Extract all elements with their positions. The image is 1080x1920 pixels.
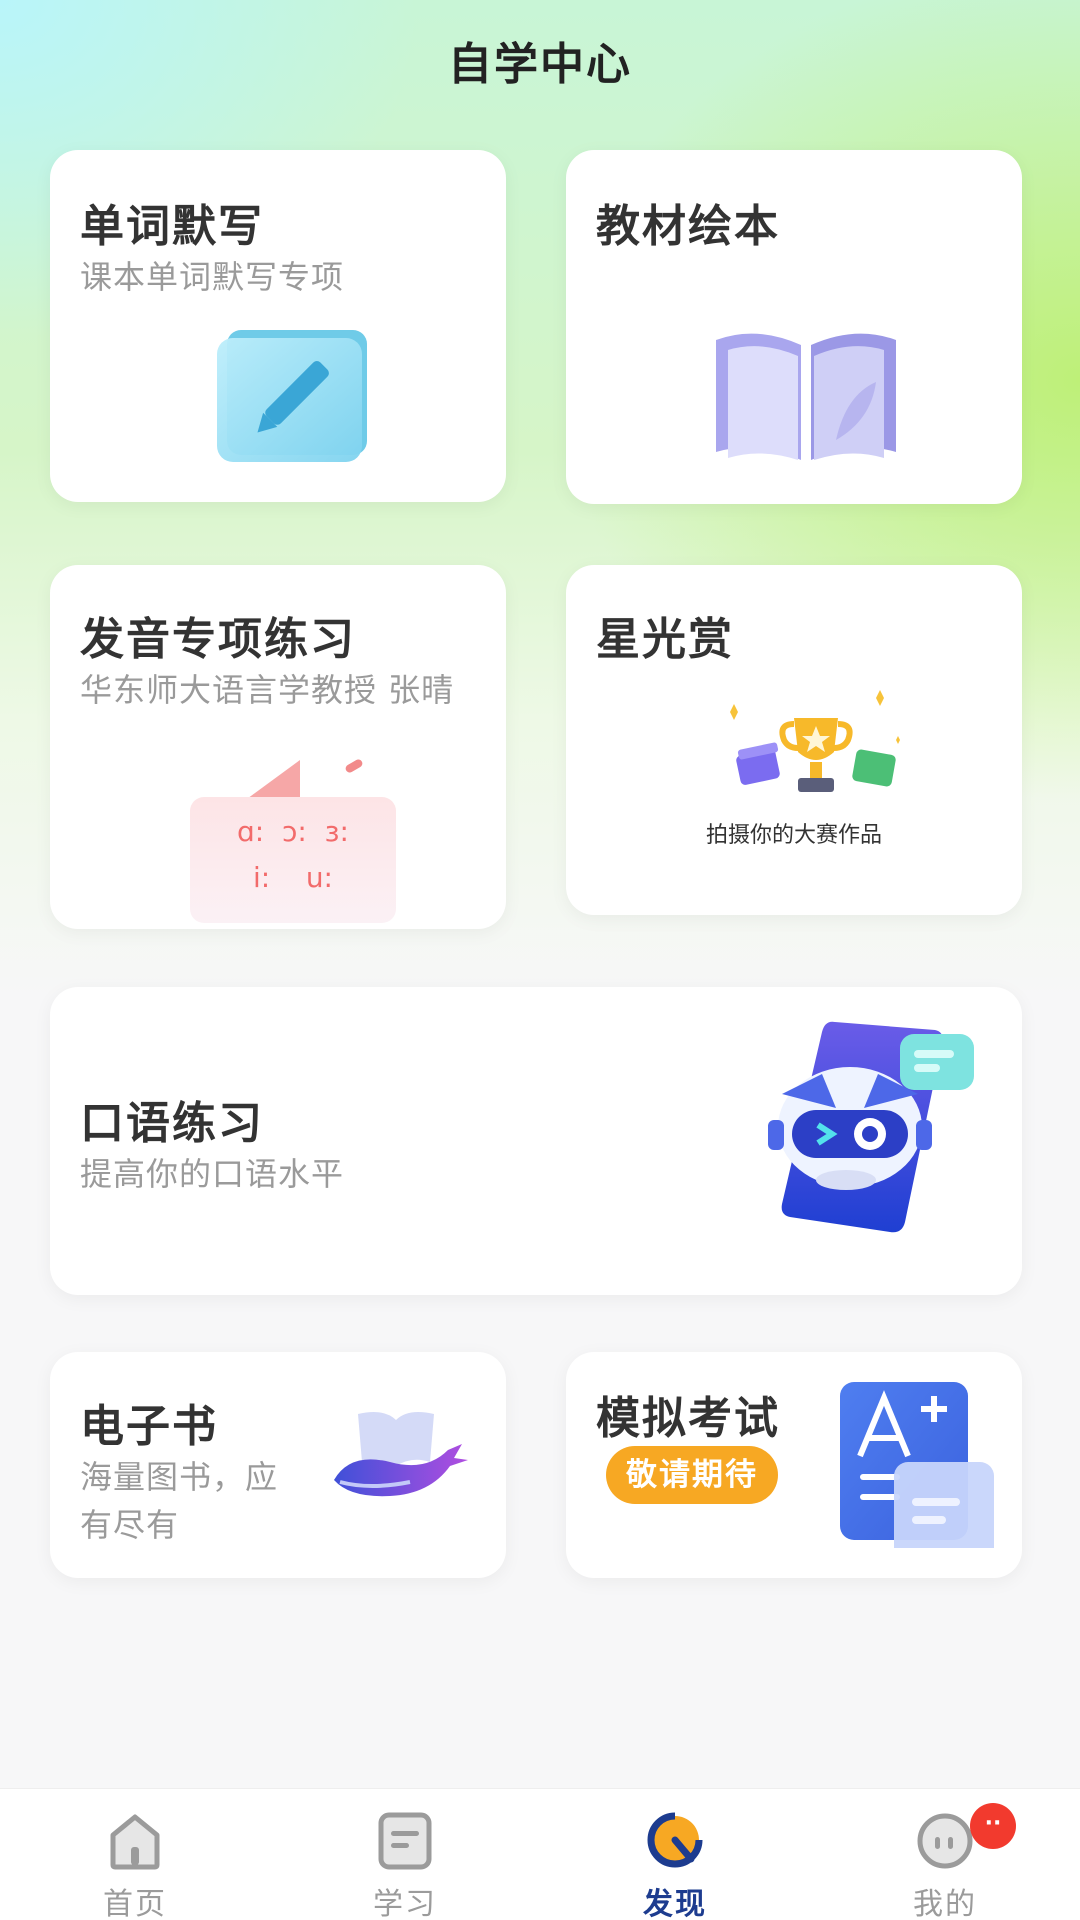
card-word-dictation[interactable]: 单词默写 课本单词默写专项 [50, 150, 506, 502]
tab-label: 发现 [643, 1887, 707, 1920]
card-subtitle: 课本单词默写专项 [80, 258, 345, 296]
card-title: 电子书 [80, 1401, 218, 1452]
card-title: 发音专项练习 [80, 614, 356, 665]
card-picture-book[interactable]: 教材绘本 [566, 150, 1022, 504]
card-subtitle-line1: 海量图书，应 [80, 1458, 279, 1496]
card-title: 教材绘本 [596, 201, 780, 252]
trophy-icon [730, 690, 900, 792]
robot-phone-icon [768, 1021, 974, 1233]
card-speaking-practice[interactable]: 口语练习 提高你的口语水平 [50, 987, 1022, 1295]
open-book-icon [716, 333, 896, 460]
bottom-tab-bar: 首页 学习 发现 ·· 我的 [0, 1788, 1080, 1920]
page-title: 自学中心 [448, 39, 632, 90]
profile-icon [917, 1813, 973, 1869]
card-pronunciation-practice[interactable]: 发音专项练习 华东师大语言学教授 张晴 ɑ: ɔ: ɜ: i: u: [50, 565, 506, 929]
card-title: 口语练习 [80, 1098, 264, 1149]
tab-label: 我的 [913, 1887, 977, 1920]
exam-paper-icon [840, 1382, 994, 1548]
study-icon [378, 1812, 432, 1870]
tab-profile[interactable]: ·· 我的 [810, 1789, 1080, 1920]
home-icon [110, 1814, 160, 1870]
starlight-caption: 拍摄你的大赛作品 [705, 823, 882, 848]
tab-label: 学习 [373, 1887, 437, 1920]
pencil-notebook-icon [217, 330, 367, 462]
card-ebook[interactable]: 电子书 海量图书，应 有尽有 [50, 1352, 506, 1578]
notification-badge: ·· [970, 1803, 1016, 1849]
phonetic-row-1: ɑ: ɔ: ɜ: [237, 815, 349, 848]
card-mock-exam[interactable]: 模拟考试 敬请期待 [566, 1352, 1022, 1578]
coming-soon-badge: 敬请期待 [606, 1446, 778, 1504]
discover-icon [647, 1812, 703, 1868]
card-title: 模拟考试 [596, 1393, 780, 1444]
phonetic-symbols-panel: ɑ: ɔ: ɜ: i: u: [190, 797, 396, 923]
card-subtitle: 华东师大语言学教授 张晴 [80, 671, 455, 709]
card-title: 单词默写 [80, 201, 264, 252]
tab-discover[interactable]: 发现 [540, 1789, 810, 1920]
tab-home[interactable]: 首页 [0, 1789, 270, 1920]
card-subtitle-line2: 有尽有 [80, 1506, 180, 1544]
card-starlight-award[interactable]: 星光赏 拍摄你的大赛作品 [566, 565, 1022, 915]
card-title: 星光赏 [596, 614, 734, 665]
whale-book-icon [334, 1412, 468, 1497]
card-subtitle: 提高你的口语水平 [80, 1155, 345, 1193]
tab-study[interactable]: 学习 [270, 1789, 540, 1920]
phonetic-row-2: i: u: [253, 861, 333, 894]
tab-label: 首页 [103, 1887, 167, 1920]
